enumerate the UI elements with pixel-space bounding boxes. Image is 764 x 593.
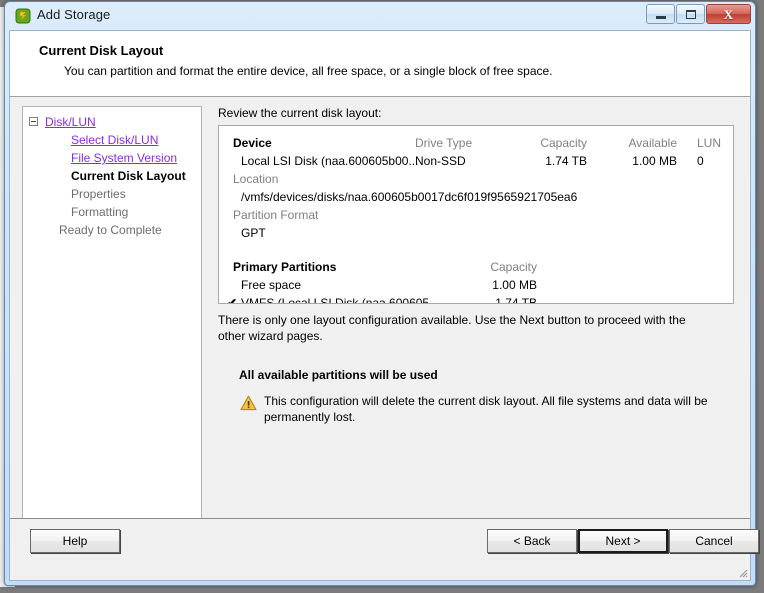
collapse-icon[interactable] xyxy=(29,117,38,126)
window-controls: X xyxy=(646,4,751,24)
sidebar-item-label: File System Version xyxy=(71,151,178,165)
help-button[interactable]: Help xyxy=(30,529,120,553)
col-header-lun: LUN xyxy=(697,136,722,150)
next-button[interactable]: Next > xyxy=(578,529,668,553)
partition-format-value: GPT xyxy=(241,226,266,240)
review-label: Review the current disk layout: xyxy=(218,106,382,120)
cell-drive-type: Non-SSD xyxy=(415,154,466,168)
col-header-available: Available xyxy=(628,136,677,150)
partition-name: VMFS (Local LSI Disk (naa.600605... xyxy=(241,296,440,304)
cancel-button[interactable]: Cancel xyxy=(669,529,759,553)
maximize-button[interactable] xyxy=(676,4,705,24)
add-storage-icon xyxy=(15,8,31,24)
sidebar-item-current-disk-layout[interactable]: Current Disk Layout xyxy=(23,167,201,185)
sidebar-item-file-system-version[interactable]: File System Version xyxy=(23,149,201,167)
cell-available: 1.00 MB xyxy=(632,154,677,168)
partition-format-value-row: GPT xyxy=(219,224,733,242)
add-storage-dialog: Add Storage X Current Disk Layout You ca… xyxy=(4,1,759,586)
layout-note: There is only one layout configuration a… xyxy=(218,313,686,343)
location-value: /vmfs/devices/disks/naa.600605b0017dc6f0… xyxy=(241,190,578,204)
partition-row[interactable]: Free space 1.00 MB xyxy=(219,276,733,294)
window-title: Add Storage xyxy=(37,7,111,22)
sidebar-item-label: Formatting xyxy=(71,205,129,219)
sidebar-item-formatting: Formatting xyxy=(23,203,201,221)
sidebar-item-disk-lun[interactable]: Disk/LUN xyxy=(23,113,201,131)
sidebar-item-select-disk-lun[interactable]: Select Disk/LUN xyxy=(23,131,201,149)
location-value-row: /vmfs/devices/disks/naa.600605b0017dc6f0… xyxy=(219,188,733,206)
checkmark-icon: ✔ xyxy=(227,296,238,304)
primary-partitions-header: Primary Partitions Capacity xyxy=(219,258,733,276)
partition-name: Free space xyxy=(241,278,302,292)
dialog-footer: Help < Back Next > Cancel xyxy=(10,518,759,580)
minimize-button[interactable] xyxy=(646,4,675,24)
col-header-capacity: Capacity xyxy=(540,136,587,150)
col-header-drive-type: Drive Type xyxy=(415,136,473,150)
device-table-header: Device Drive Type Capacity Available LUN xyxy=(219,134,733,152)
sidebar-item-properties: Properties xyxy=(23,185,201,203)
close-button[interactable]: X xyxy=(706,4,751,24)
wizard-step-list: Disk/LUN Select Disk/LUN File System Ver… xyxy=(22,106,202,524)
partition-row[interactable]: ✔ VMFS (Local LSI Disk (naa.600605... 1.… xyxy=(219,294,733,304)
close-icon: X xyxy=(723,6,734,22)
device-table-row[interactable]: Local LSI Disk (naa.600605b00... Non-SSD… xyxy=(219,152,733,170)
resize-grip-icon[interactable] xyxy=(736,566,748,578)
partition-capacity: 1.00 MB xyxy=(492,278,537,292)
minimize-icon xyxy=(655,15,666,19)
col-header-device: Device xyxy=(233,136,272,150)
sidebar-item-label: Current Disk Layout xyxy=(71,169,186,183)
page-title: Current Disk Layout xyxy=(39,43,164,58)
disk-layout-box[interactable]: Device Drive Type Capacity Available LUN… xyxy=(218,125,734,304)
title-bar[interactable]: Add Storage X xyxy=(5,2,755,30)
content-panel: Review the current disk layout: Device D… xyxy=(214,106,740,514)
sidebar-item-ready-to-complete: Ready to Complete xyxy=(23,221,201,239)
page-subtitle: You can partition and format the entire … xyxy=(64,64,553,78)
warning-text: This configuration will delete the curre… xyxy=(264,394,708,424)
cell-capacity: 1.74 TB xyxy=(545,154,587,168)
warning-title: All available partitions will be used xyxy=(239,368,438,382)
cell-lun: 0 xyxy=(697,154,704,168)
warning-triangle-icon xyxy=(240,395,257,411)
wizard-body: Disk/LUN Select Disk/LUN File System Ver… xyxy=(10,98,750,524)
sidebar-item-label: Properties xyxy=(71,187,126,201)
sidebar-item-label: Ready to Complete xyxy=(59,223,162,237)
wizard-header: Current Disk Layout You can partition an… xyxy=(10,31,750,97)
sidebar-item-label: Select Disk/LUN xyxy=(71,133,159,147)
partition-capacity: 1.74 TB xyxy=(495,296,537,304)
maximize-icon xyxy=(685,9,696,19)
partition-format-label-row: Partition Format xyxy=(219,206,733,224)
partition-format-label: Partition Format xyxy=(233,208,319,222)
location-label-row: Location xyxy=(219,170,733,188)
back-button[interactable]: < Back xyxy=(487,529,577,553)
dialog-body: Current Disk Layout You can partition an… xyxy=(9,30,759,581)
col-header-partition-capacity: Capacity xyxy=(490,260,537,274)
primary-partitions-title: Primary Partitions xyxy=(233,260,337,274)
location-label: Location xyxy=(233,172,279,186)
cell-device: Local LSI Disk (naa.600605b00... xyxy=(241,154,419,168)
